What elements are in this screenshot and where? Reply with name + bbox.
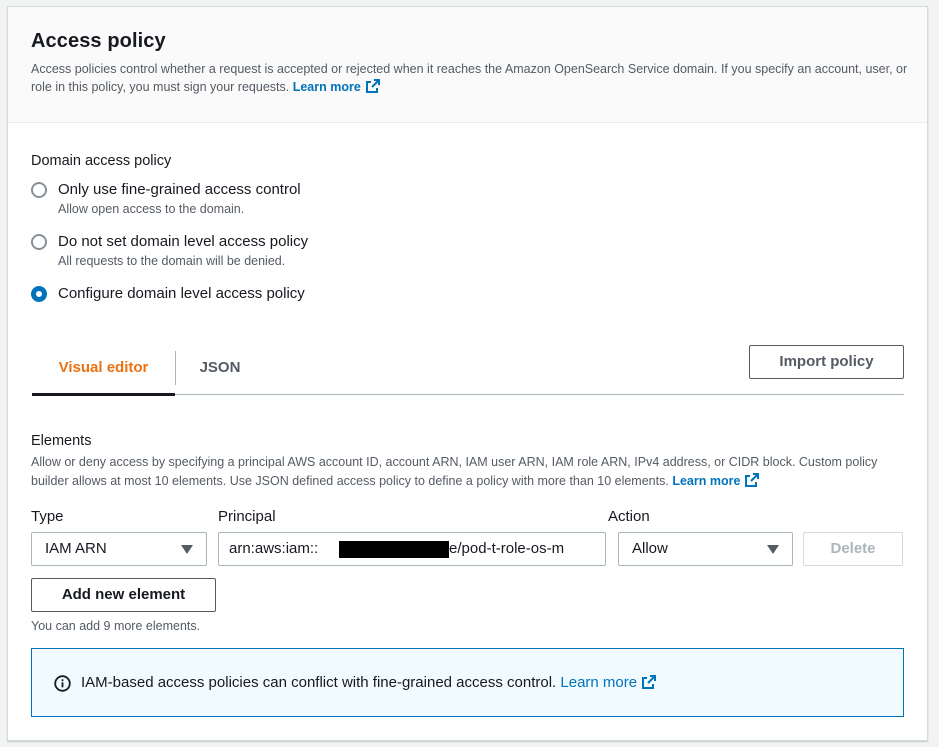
delete-element-button[interactable]: Delete [803, 532, 903, 566]
panel-header: Access policy Access policies control wh… [8, 7, 927, 123]
radio-label: Configure domain level access policy [58, 285, 305, 302]
external-link-icon[interactable] [641, 674, 657, 690]
info-alert: IAM-based access policies can conflict w… [31, 648, 904, 717]
radio-button[interactable] [31, 182, 47, 198]
radio-label: Do not set domain level access policy [58, 233, 309, 250]
info-alert-message: IAM-based access policies can conflict w… [81, 674, 557, 691]
external-link-icon[interactable] [744, 472, 760, 488]
tab-json[interactable]: JSON [182, 341, 258, 395]
action-column-label: Action [608, 508, 650, 525]
redaction-bar [339, 541, 449, 558]
caret-down-icon [181, 545, 193, 554]
add-new-element-button[interactable]: Add new element [31, 578, 216, 612]
action-select-value: Allow [632, 540, 668, 557]
action-select[interactable]: Allow [618, 532, 793, 566]
principal-input[interactable]: arn:aws:iam:::role/pod-t-role-os-m [218, 532, 606, 566]
elements-learn-more-link[interactable]: Learn more [672, 474, 740, 488]
access-policy-panel: Access policy Access policies control wh… [7, 6, 928, 741]
tab-divider [175, 351, 176, 385]
type-column-label: Type [31, 508, 64, 525]
panel-description-text: Access policies control whether a reques… [31, 62, 908, 94]
info-icon [54, 675, 71, 692]
info-alert-text: IAM-based access policies can conflict w… [81, 674, 657, 691]
elements-description: Allow or deny access by specifying a pri… [31, 454, 896, 490]
principal-prefix: arn:aws:iam:: [229, 540, 319, 557]
remaining-elements-hint: You can add 9 more elements. [31, 619, 201, 633]
caret-down-icon [767, 545, 779, 554]
info-learn-more-link[interactable]: Learn more [560, 674, 637, 691]
type-select[interactable]: IAM ARN [31, 532, 207, 566]
tab-visual-editor[interactable]: Visual editor [32, 341, 175, 396]
type-select-value: IAM ARN [45, 540, 107, 557]
radio-button-selected[interactable] [31, 286, 47, 302]
radio-description: Allow open access to the domain. [58, 202, 245, 216]
radio-button[interactable] [31, 234, 47, 250]
learn-more-link[interactable]: Learn more [293, 80, 361, 94]
external-link-icon[interactable] [365, 78, 381, 94]
panel-title: Access policy [31, 30, 166, 52]
import-policy-button[interactable]: Import policy [749, 345, 904, 379]
radio-label: Only use fine-grained access control [58, 181, 301, 198]
elements-title: Elements [31, 433, 92, 449]
radio-description: All requests to the domain will be denie… [58, 254, 286, 268]
domain-access-policy-label: Domain access policy [31, 153, 172, 169]
panel-description: Access policies control whether a reques… [31, 60, 911, 96]
principal-column-label: Principal [218, 508, 276, 525]
